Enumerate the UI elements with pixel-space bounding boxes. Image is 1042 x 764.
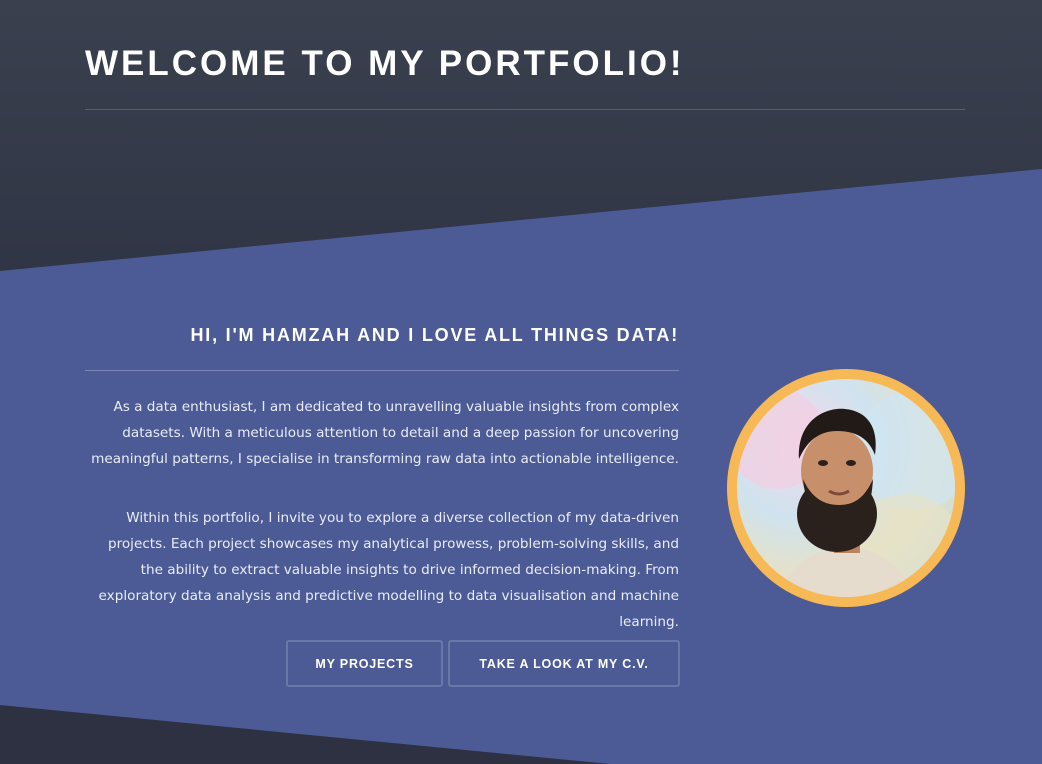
intro-section: HI, I'M HAMZAH AND I LOVE ALL THINGS DAT… [85, 320, 679, 350]
avatar [727, 369, 965, 607]
profile-photo-icon [737, 389, 955, 597]
header-divider [85, 109, 965, 110]
intro-divider [85, 370, 679, 371]
page-header: WELCOME TO MY PORTFOLIO! [85, 40, 965, 88]
cta-buttons: MY PROJECTS TAKE A LOOK AT MY C.V. [286, 640, 680, 687]
intro-paragraph-1: As a data enthusiast, I am dedicated to … [91, 399, 679, 467]
intro-subtitle: HI, I'M HAMZAH AND I LOVE ALL THINGS DAT… [190, 325, 679, 345]
cv-button[interactable]: TAKE A LOOK AT MY C.V. [448, 640, 680, 687]
page-title: WELCOME TO MY PORTFOLIO! [85, 44, 685, 83]
my-projects-button[interactable]: MY PROJECTS [286, 640, 443, 687]
intro-paragraph-2: Within this portfolio, I invite you to e… [98, 510, 679, 630]
